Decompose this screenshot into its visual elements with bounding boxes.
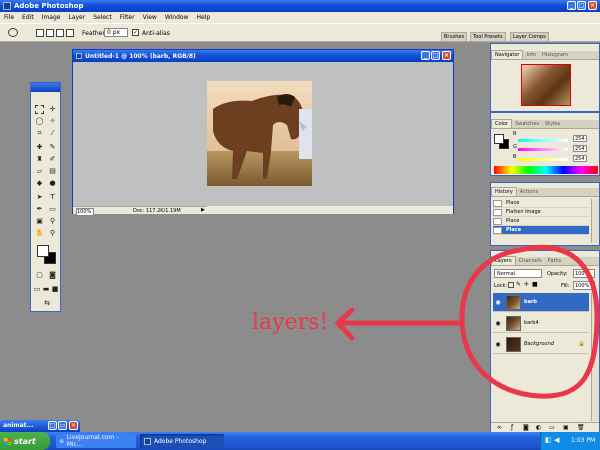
minimized-close-button[interactable]: × <box>69 421 78 430</box>
minimized-maximize-button[interactable]: ▭ <box>58 421 67 430</box>
photoshop-task-icon <box>144 437 151 445</box>
annotation-text: layers! <box>252 310 329 335</box>
minimized-label: animat... <box>3 422 34 429</box>
foreground-color-swatch[interactable] <box>37 245 49 257</box>
annotation-circle <box>459 244 600 399</box>
taskbar: start e LiveJournal.com - Mic... Adobe P… <box>0 432 600 450</box>
taskbar-item-label: Adobe Photoshop <box>154 437 207 445</box>
annotation-arrow <box>334 307 463 341</box>
browser-icon: e <box>60 437 64 445</box>
taskbar-item-livejournal[interactable]: e LiveJournal.com - Mic... <box>56 434 136 448</box>
start-button[interactable]: start <box>0 432 50 450</box>
taskbar-item-label: LiveJournal.com - Mic... <box>66 434 119 448</box>
windows-logo-icon <box>4 437 11 445</box>
tray-network-icon[interactable]: ◧ <box>545 436 552 444</box>
minimized-window[interactable]: animat... □ ▭ × <box>0 420 80 432</box>
taskbar-item-photoshop[interactable]: Adobe Photoshop <box>140 434 224 448</box>
system-tray: ◧ ◀ 1:03 PM <box>540 432 600 450</box>
tray-volume-icon[interactable]: ◀ <box>554 436 559 444</box>
annotation-overlay <box>334 244 600 399</box>
clock[interactable]: 1:03 PM <box>571 437 595 444</box>
color-fg-swatch[interactable] <box>494 134 504 144</box>
start-label: start <box>14 436 36 446</box>
minimized-restore-button[interactable]: □ <box>48 421 57 430</box>
